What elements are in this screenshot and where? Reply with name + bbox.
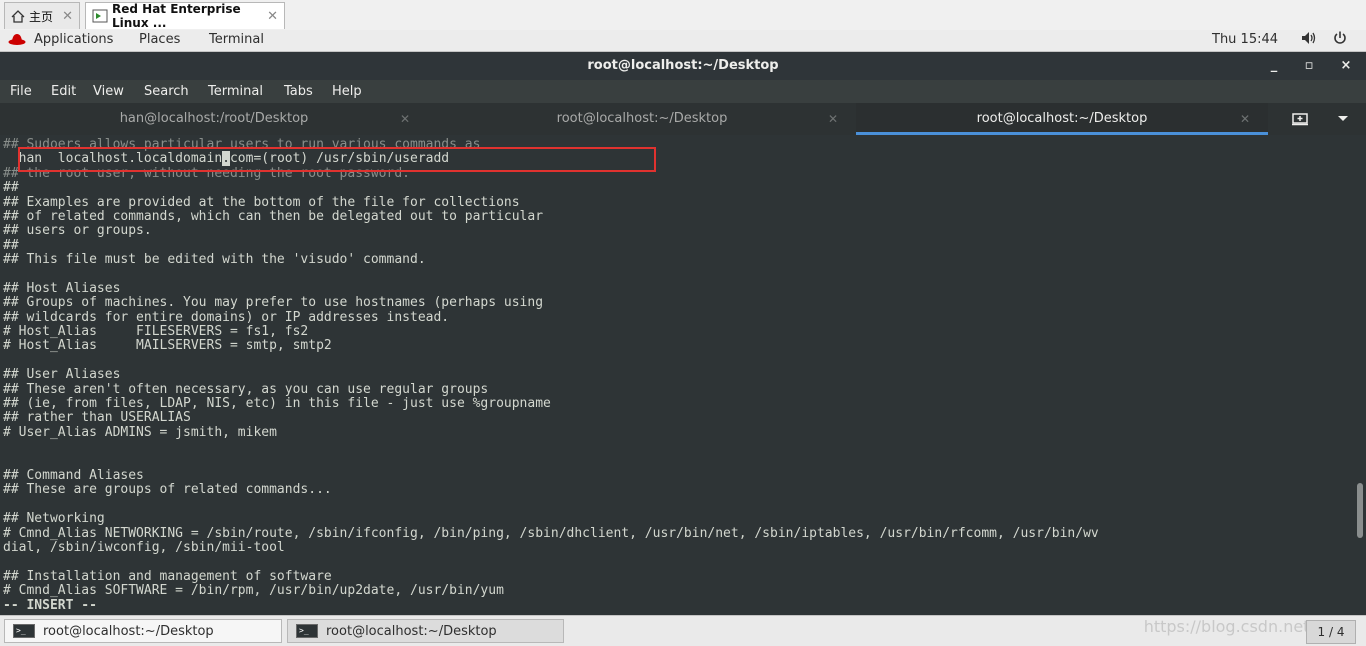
menu-file[interactable]: File [10, 84, 32, 99]
terminal-line: # Cmnd_Alias NETWORKING = /sbin/route, /… [3, 525, 1099, 541]
host-tab-home-label: 主页 [29, 9, 54, 24]
terminal-line: ## Examples are provided at the bottom o… [3, 194, 520, 210]
volume-icon[interactable] [1301, 31, 1317, 49]
terminal-tab-2[interactable]: root@localhost:~/Desktop ✕ [428, 103, 856, 135]
window-list-item[interactable]: >_ root@localhost:~/Desktop [4, 619, 282, 643]
terminal-tab-3[interactable]: root@localhost:~/Desktop ✕ [856, 103, 1268, 135]
terminal-line: # Cmnd_Alias SOFTWARE = /bin/rpm, /usr/b… [3, 583, 504, 599]
clock[interactable]: Thu 15:44 [1212, 32, 1278, 47]
host-tab-bar: 主页 ✕ Red Hat Enterprise Linux ... ✕ [0, 0, 1366, 31]
terminal-line: ## Networking [3, 511, 105, 527]
highlight-annotation-box [18, 147, 656, 172]
terminal-line: ## Host Aliases [3, 280, 121, 296]
window-list-label: root@localhost:~/Desktop [326, 623, 497, 639]
close-icon[interactable]: ✕ [400, 103, 410, 135]
terminal-line: ## [3, 237, 19, 253]
power-icon[interactable] [1333, 31, 1347, 49]
close-icon[interactable]: ✕ [828, 103, 838, 135]
window-title: root@localhost:~/Desktop [587, 58, 779, 73]
host-tab-vm-label: Red Hat Enterprise Linux ... [112, 2, 241, 30]
terminal-tab-label: root@localhost:~/Desktop [556, 111, 728, 126]
terminal-tab-bar: han@localhost:/root/Desktop ✕ root@local… [0, 103, 1366, 135]
menu-view[interactable]: View [93, 84, 124, 99]
menu-help[interactable]: Help [332, 84, 362, 99]
close-icon[interactable]: ✕ [267, 9, 278, 24]
applications-menu[interactable]: Applications [34, 32, 113, 47]
terminal-line: ## Command Aliases [3, 467, 144, 483]
menu-bar: File Edit View Search Terminal Tabs Help [0, 80, 1366, 103]
terminal-line: ## This file must be edited with the 'vi… [3, 252, 426, 268]
terminal-app-menu[interactable]: Terminal [209, 32, 264, 47]
terminal-line: ## users or groups. [3, 223, 152, 239]
terminal-line: ## Installation and management of softwa… [3, 568, 332, 584]
terminal-tab-label: root@localhost:~/Desktop [976, 111, 1148, 126]
terminal-line: dial, /sbin/iwconfig, /sbin/mii-tool [3, 539, 285, 555]
gnome-top-bar: Applications Places Terminal Thu 15:44 [0, 30, 1366, 52]
window-titlebar[interactable]: root@localhost:~/Desktop _ ▫ × [0, 52, 1366, 80]
close-icon[interactable]: ✕ [62, 9, 73, 24]
terminal-line: ## User Aliases [3, 367, 121, 383]
close-button[interactable]: × [1334, 52, 1358, 80]
workspace-switcher[interactable]: 1 / 4 [1306, 620, 1356, 644]
terminal-line: ## Groups of machines. You may prefer to… [3, 295, 544, 311]
menu-terminal[interactable]: Terminal [208, 84, 263, 99]
minimize-button[interactable]: _ [1262, 52, 1286, 80]
terminal-line: ## wildcards for entire domains) or IP a… [3, 309, 450, 325]
vim-mode-indicator: -- INSERT -- [3, 597, 97, 613]
terminal-line: ## (ie, from files, LDAP, NIS, etc) in t… [3, 396, 551, 412]
terminal-text: ## Sudoers allows particular users to ru… [0, 137, 1099, 613]
terminal-line: # User_Alias ADMINS = jsmith, mikem [3, 424, 277, 440]
terminal-line: ## [3, 180, 19, 196]
new-tab-icon[interactable] [1280, 103, 1320, 135]
redhat-icon [8, 33, 26, 49]
menu-search[interactable]: Search [144, 84, 189, 99]
menu-tabs[interactable]: Tabs [284, 84, 313, 99]
terminal-line: # Host_Alias MAILSERVERS = smtp, smtp2 [3, 338, 332, 354]
terminal-tab-label: han@localhost:/root/Desktop [119, 111, 309, 126]
host-tab-home[interactable]: 主页 ✕ [4, 2, 80, 29]
window-list-bar: >_ root@localhost:~/Desktop >_ root@loca… [0, 615, 1366, 646]
terminal-icon: >_ [13, 624, 35, 638]
chevron-down-icon[interactable] [1323, 103, 1363, 135]
terminal-line: ## of related commands, which can then b… [3, 208, 544, 224]
terminal-line: ## These aren't often necessary, as you … [3, 381, 489, 397]
places-menu[interactable]: Places [139, 32, 180, 47]
vm-icon [92, 9, 108, 23]
terminal-line: # Host_Alias FILESERVERS = fs1, fs2 [3, 324, 309, 340]
close-icon[interactable]: ✕ [1240, 103, 1250, 135]
terminal-line: ## These are groups of related commands.… [3, 482, 332, 498]
terminal-scrollbar[interactable] [1354, 135, 1366, 615]
terminal-content[interactable]: ## Sudoers allows particular users to ru… [0, 135, 1354, 615]
menu-edit[interactable]: Edit [51, 84, 76, 99]
window-list-item[interactable]: >_ root@localhost:~/Desktop [287, 619, 564, 643]
home-icon [11, 9, 25, 23]
terminal-line: ## rather than USERALIAS [3, 410, 191, 426]
terminal-tab-1[interactable]: han@localhost:/root/Desktop ✕ [0, 103, 428, 135]
window-list-label: root@localhost:~/Desktop [43, 623, 214, 639]
host-tab-vm[interactable]: Red Hat Enterprise Linux ... ✕ [85, 2, 285, 30]
scrollbar-thumb[interactable] [1357, 483, 1363, 538]
maximize-button[interactable]: ▫ [1297, 52, 1321, 80]
terminal-icon: >_ [296, 624, 318, 638]
